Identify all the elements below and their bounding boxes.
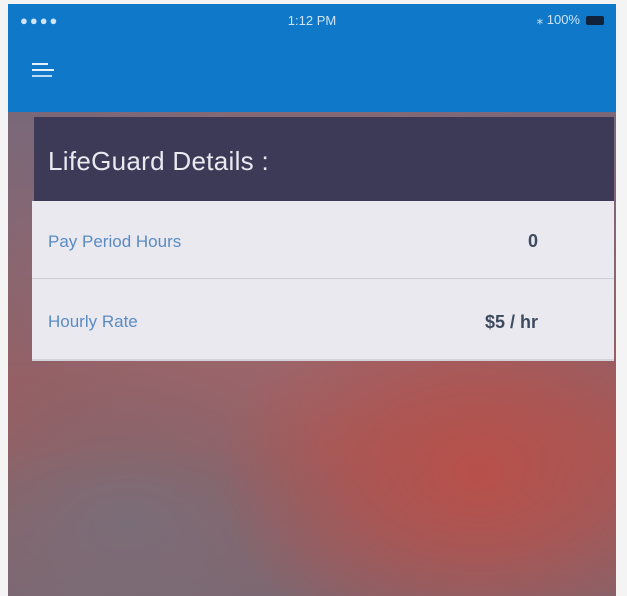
details-card: Pay Period Hours 0 Hourly Rate $5 / hr (32, 201, 614, 361)
hamburger-menu-icon[interactable] (32, 54, 58, 86)
app-bar: ●●●● 1:12 PM ⁎ 100% (8, 4, 616, 112)
app-screen: ●●●● 1:12 PM ⁎ 100% LifeGuard Details : … (8, 4, 616, 596)
battery-text: ⁎ 100% (536, 12, 580, 27)
row-value: 0 (527, 231, 538, 251)
row-label: Hourly Rate (48, 312, 138, 331)
row-value: $5 / hr (484, 311, 538, 332)
list-item-pay-period-hours: Pay Period Hours 0 (32, 205, 614, 279)
details-header: LifeGuard Details : (34, 117, 614, 203)
row-label: Pay Period Hours (48, 231, 182, 251)
status-bar: ●●●● 1:12 PM ⁎ 100% (8, 4, 616, 34)
status-time: 1:12 PM (287, 13, 337, 28)
list-item-hourly-rate: Hourly Rate $5 / hr (32, 285, 614, 359)
battery-icon (586, 15, 604, 25)
battery-indicator: ⁎ 100% (537, 12, 604, 28)
page-title: LifeGuard Details : (48, 146, 270, 176)
